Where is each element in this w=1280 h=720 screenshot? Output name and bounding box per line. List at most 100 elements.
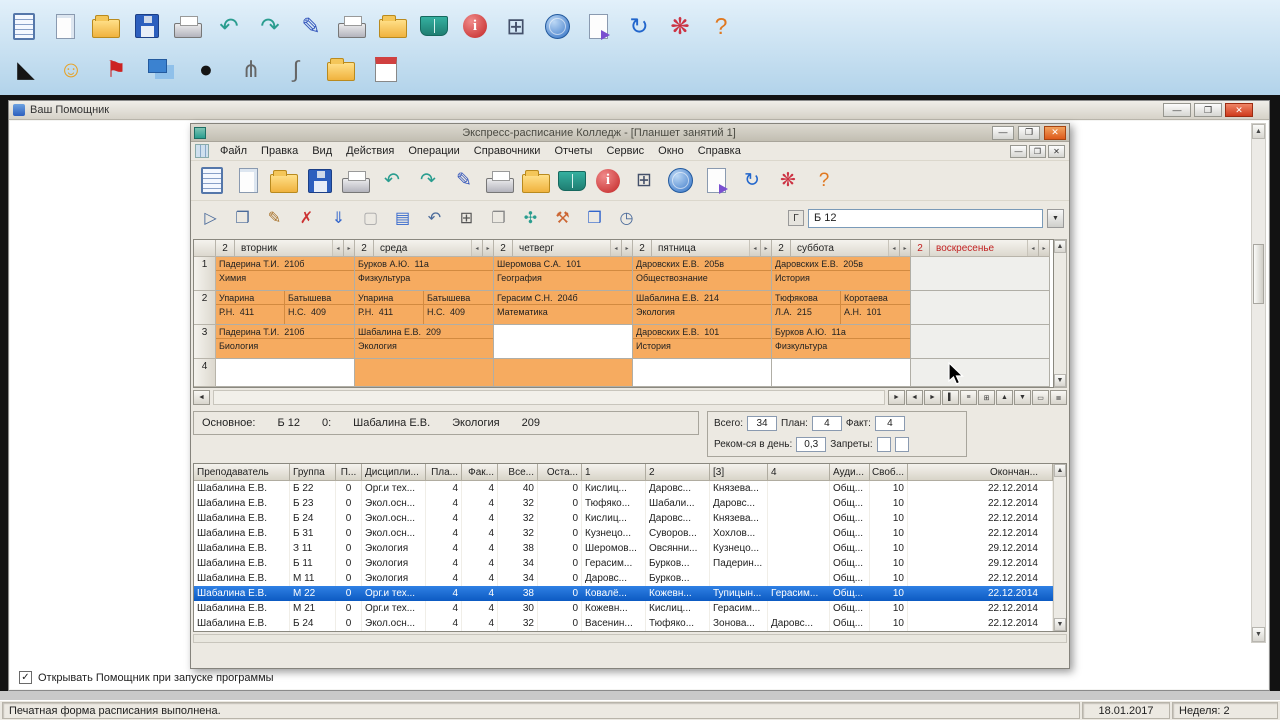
smiley-icon[interactable]: ☺ bbox=[53, 51, 89, 87]
day-name[interactable]: среда bbox=[374, 240, 472, 256]
info-icon[interactable] bbox=[457, 8, 493, 44]
combobox-dropdown-icon[interactable]: ▼ bbox=[1047, 209, 1064, 228]
menu-item-2[interactable]: Вид bbox=[305, 143, 339, 159]
menu-item-4[interactable]: Операции bbox=[401, 143, 466, 159]
copy-page-icon[interactable] bbox=[580, 8, 616, 44]
schedule-scroll-down-icon[interactable]: ▼ bbox=[1054, 374, 1066, 387]
schedule-cell[interactable]: Шабалина Е.В. 209Экология bbox=[355, 325, 494, 359]
day-prev-icon[interactable]: ◂ bbox=[1028, 240, 1039, 256]
day-lesson-count[interactable]: 2 bbox=[911, 240, 930, 256]
table-scroll-up-icon[interactable]: ▲ bbox=[1054, 464, 1066, 477]
print-icon[interactable] bbox=[340, 165, 372, 197]
notes-icon[interactable] bbox=[6, 8, 42, 44]
startup-checkbox[interactable] bbox=[19, 671, 32, 684]
undo-icon[interactable]: ↶ bbox=[376, 165, 408, 197]
schedule-cell[interactable]: Даровских Е.В. 101История bbox=[633, 325, 772, 359]
schedule-scroll-up-icon[interactable]: ▲ bbox=[1054, 240, 1066, 253]
help-icon[interactable]: ? bbox=[808, 165, 840, 197]
day-next-icon[interactable]: ▸ bbox=[1039, 240, 1050, 256]
record-nav-button-8[interactable]: ▭ bbox=[1032, 390, 1049, 405]
book-icon[interactable] bbox=[416, 8, 452, 44]
minimize-button[interactable]: — bbox=[1163, 103, 1191, 117]
notes-icon[interactable] bbox=[196, 165, 228, 197]
table-row-4[interactable]: Шабалина Е.В.Б 310Экол.осн...44320Кузнец… bbox=[194, 526, 1053, 541]
help-icon[interactable]: ? bbox=[703, 8, 739, 44]
schedule-vertical-scrollbar[interactable]: ▲ ▼ bbox=[1054, 239, 1067, 388]
schedule-cell[interactable] bbox=[772, 359, 911, 387]
day-name[interactable]: суббота bbox=[791, 240, 889, 256]
print-form-icon[interactable] bbox=[484, 165, 516, 197]
column-header-10[interactable]: [3] bbox=[710, 464, 768, 481]
menu-item-7[interactable]: Сервис bbox=[599, 143, 651, 159]
edit-icon[interactable]: ✎ bbox=[448, 165, 480, 197]
sheet-export-icon[interactable]: ⇓ bbox=[324, 205, 353, 232]
schedule-cell[interactable] bbox=[911, 257, 1050, 291]
app-titlebar[interactable]: Экспресс-расписание Колледж - [Планшет з… bbox=[191, 124, 1069, 142]
flag-icon[interactable]: ⚑ bbox=[98, 51, 134, 87]
schedule-cell[interactable] bbox=[911, 359, 1050, 387]
column-header-7[interactable]: Оста... bbox=[538, 464, 582, 481]
mdi-close-button[interactable]: ✕ bbox=[1048, 145, 1065, 158]
plug-icon[interactable]: ⋔ bbox=[233, 51, 269, 87]
new-document-icon[interactable] bbox=[232, 165, 264, 197]
schedule-cell[interactable] bbox=[494, 325, 633, 359]
day-lesson-count[interactable]: 2 bbox=[216, 240, 235, 256]
calendar-edit-icon[interactable]: ✎ bbox=[260, 205, 289, 232]
calculator-icon[interactable]: ⊞ bbox=[498, 8, 534, 44]
folder-documents-icon[interactable] bbox=[520, 165, 552, 197]
day-next-icon[interactable]: ▸ bbox=[344, 240, 355, 256]
settings-icon[interactable]: ❋ bbox=[662, 8, 698, 44]
column-header-13[interactable]: Своб... bbox=[870, 464, 908, 481]
day-lesson-count[interactable]: 2 bbox=[633, 240, 652, 256]
redo-icon[interactable]: ↷ bbox=[252, 8, 288, 44]
schedule-cell[interactable]: Падерина Т.И. 210бХимия bbox=[216, 257, 355, 291]
sphere-icon[interactable]: ● bbox=[188, 51, 224, 87]
table-row-1[interactable]: Шабалина Е.В.Б 220Орг.и тех...44400Кисли… bbox=[194, 481, 1053, 496]
record-nav-button-3[interactable]: ▌ bbox=[942, 390, 959, 405]
schedule-cell[interactable] bbox=[216, 359, 355, 387]
mdi-minimize-button[interactable]: — bbox=[1010, 145, 1027, 158]
table-row-3[interactable]: Шабалина Е.В.Б 240Экол.осн...44320Кислиц… bbox=[194, 511, 1053, 526]
hammer-icon[interactable]: ⚒ bbox=[548, 205, 577, 232]
schedule-cell[interactable]: ТюфяковаЛ.А. 215КоротаеваА.Н. 101 bbox=[772, 291, 911, 325]
table-row-7[interactable]: Шабалина Е.В.М 110Экология44340Даровс...… bbox=[194, 571, 1053, 586]
calculator-icon[interactable]: ⊞ bbox=[628, 165, 660, 197]
assistant-scrollbar[interactable]: ▲ ▼ bbox=[1251, 123, 1266, 643]
record-nav-button-5[interactable]: ⊞ bbox=[978, 390, 995, 405]
cable-icon[interactable]: ∫ bbox=[278, 51, 314, 87]
sheet-insert-icon[interactable]: ▤ bbox=[388, 205, 417, 232]
column-header-0[interactable]: Преподаватель bbox=[194, 464, 290, 481]
column-header-8[interactable]: 1 bbox=[582, 464, 646, 481]
save-icon[interactable] bbox=[304, 165, 336, 197]
globe-icon[interactable] bbox=[664, 165, 696, 197]
edit-icon[interactable]: ✎ bbox=[293, 8, 329, 44]
schedule-cell[interactable] bbox=[633, 359, 772, 387]
calendar-icon[interactable] bbox=[368, 51, 404, 87]
nav-scroll-left-button[interactable]: ◄ bbox=[193, 390, 210, 405]
app-minimize-button[interactable]: — bbox=[992, 126, 1014, 140]
mdi-restore-button[interactable]: ❐ bbox=[1029, 145, 1046, 158]
copy-page-icon[interactable] bbox=[700, 165, 732, 197]
day-prev-icon[interactable]: ◂ bbox=[472, 240, 483, 256]
schedule-horizontal-scrollbar[interactable] bbox=[213, 390, 885, 405]
cascade-icon[interactable]: ❒ bbox=[580, 205, 609, 232]
day-next-icon[interactable]: ▸ bbox=[761, 240, 772, 256]
record-nav-button-1[interactable]: ◄ bbox=[906, 390, 923, 405]
record-nav-button-9[interactable]: ≣ bbox=[1050, 390, 1067, 405]
day-prev-icon[interactable]: ◂ bbox=[333, 240, 344, 256]
group-combobox[interactable]: Б 12 bbox=[808, 209, 1043, 228]
table-horizontal-scrollbar[interactable] bbox=[193, 634, 1067, 643]
assistant-titlebar[interactable]: Ваш Помощник — ❐ ✕ bbox=[9, 101, 1269, 120]
schedule-cell[interactable]: Бурков А.Ю. 11аФизкультура bbox=[355, 257, 494, 291]
column-header-3[interactable]: Дисципли... bbox=[362, 464, 426, 481]
scroll-up-icon[interactable]: ▲ bbox=[1252, 124, 1265, 139]
record-nav-button-2[interactable]: ► bbox=[924, 390, 941, 405]
menu-item-0[interactable]: Файл bbox=[213, 143, 254, 159]
folder-documents-icon[interactable] bbox=[375, 8, 411, 44]
copy-lessons-icon[interactable]: ❐ bbox=[484, 205, 513, 232]
column-header-6[interactable]: Все... bbox=[498, 464, 538, 481]
print-icon[interactable] bbox=[170, 8, 206, 44]
day-lesson-count[interactable]: 2 bbox=[772, 240, 791, 256]
menu-item-1[interactable]: Правка bbox=[254, 143, 305, 159]
app-close-button[interactable]: ✕ bbox=[1044, 126, 1066, 140]
